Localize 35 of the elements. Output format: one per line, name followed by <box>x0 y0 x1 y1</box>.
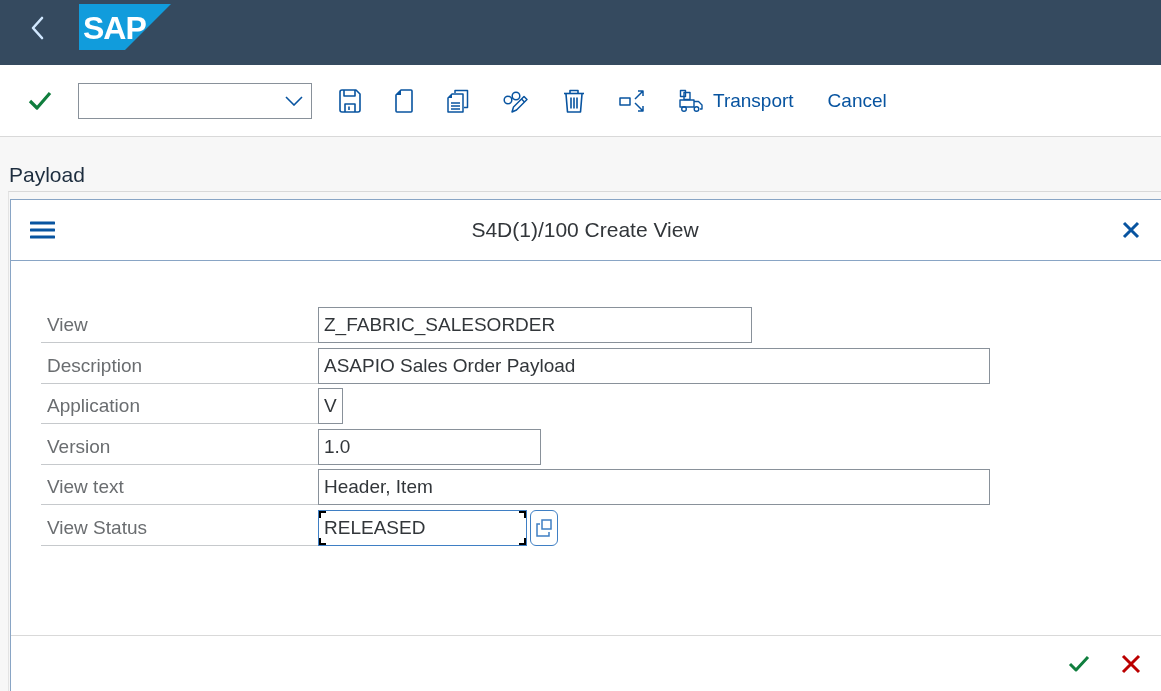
check-button[interactable] <box>28 90 52 111</box>
menu-button[interactable] <box>30 221 55 239</box>
back-button[interactable] <box>30 16 44 40</box>
truck-icon <box>679 88 703 113</box>
input-field[interactable]: 1.0 <box>318 428 541 465</box>
document-icon <box>395 88 413 113</box>
sap-logo: SAP <box>79 4 171 50</box>
input-field[interactable]: RELEASED <box>318 509 527 546</box>
delete-button[interactable] <box>563 88 585 113</box>
caret-icon <box>285 95 303 106</box>
check-icon <box>1068 654 1090 673</box>
value-help-button[interactable] <box>530 509 558 546</box>
squares-icon <box>535 517 553 538</box>
rectangle-arrows-icon <box>619 88 645 113</box>
cross-icon <box>1121 653 1141 674</box>
dialog-title: S4D(1)/100 Create View <box>471 218 699 242</box>
input-field[interactable]: V <box>318 388 343 425</box>
chevron-left-icon <box>30 16 44 40</box>
documents-icon <box>447 88 469 113</box>
command-field[interactable] <box>78 82 312 119</box>
save-button[interactable] <box>339 88 361 113</box>
expand-button[interactable] <box>619 88 645 113</box>
input-field[interactable]: Z_FABRIC_SALESORDER <box>318 307 752 343</box>
close-button[interactable] <box>1122 221 1140 239</box>
trash-icon <box>563 88 585 113</box>
input-field[interactable]: Header, Item <box>318 469 990 506</box>
page-title: Payload <box>9 162 85 188</box>
cancel-button[interactable]: Cancel <box>827 82 887 119</box>
copy-button[interactable] <box>447 88 469 113</box>
close-icon <box>1122 221 1140 239</box>
check-icon <box>28 90 52 111</box>
transport-button[interactable]: Transport <box>679 82 794 119</box>
new-document-button[interactable] <box>395 88 413 113</box>
menu-icon <box>30 221 55 239</box>
input-field[interactable]: ASAPIO Sales Order Payload <box>318 347 990 384</box>
